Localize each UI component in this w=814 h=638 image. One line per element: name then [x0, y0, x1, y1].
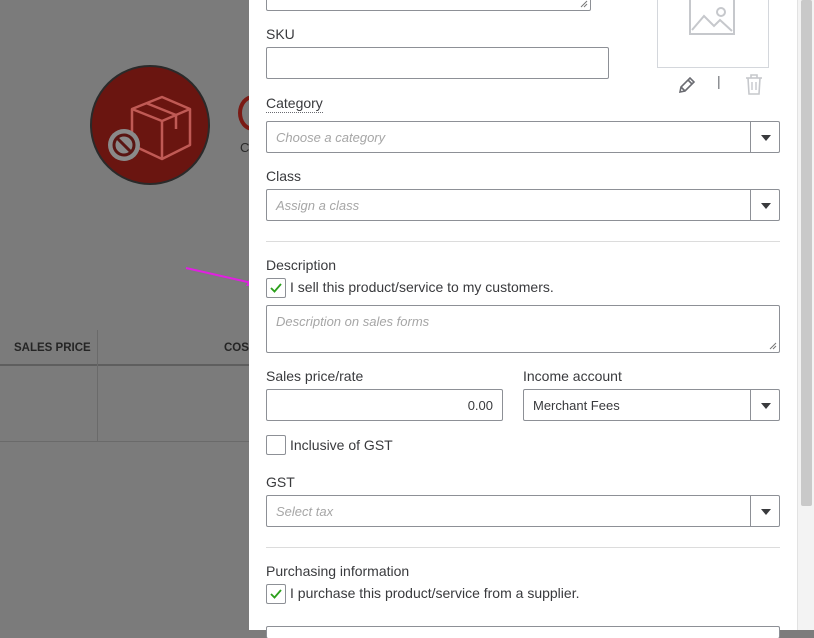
sku-label: SKU: [266, 26, 295, 42]
panel-scrollbar[interactable]: [797, 0, 814, 630]
section-divider: [266, 547, 780, 548]
column-header-sales-price: SALES PRICE: [14, 342, 91, 354]
sales-description-textarea[interactable]: Description on sales forms: [266, 305, 780, 353]
table-row-divider: [0, 441, 260, 442]
section-divider: [266, 241, 780, 242]
purchase-description-textarea[interactable]: [266, 626, 780, 638]
name-field-remnant[interactable]: [266, 0, 591, 11]
scrollbar-thumb[interactable]: [801, 0, 812, 506]
description-label: Description: [266, 257, 337, 273]
sales-description-placeholder: Description on sales forms: [276, 314, 430, 329]
background-table-header: SALES PRICE COS: [0, 330, 260, 366]
sell-checkbox[interactable]: [266, 278, 286, 298]
box-blocked-icon: [90, 65, 210, 185]
purchasing-information-label: Purchasing information: [266, 563, 410, 579]
gst-dropdown-button[interactable]: [750, 496, 779, 526]
gst-select[interactable]: Select tax: [266, 495, 780, 527]
category-dropdown-button[interactable]: [750, 122, 779, 152]
image-action-separator: |: [717, 73, 721, 89]
sales-price-label: Sales price/rate: [266, 368, 364, 384]
sell-checkbox-label[interactable]: I sell this product/service to my custom…: [290, 279, 554, 295]
resize-grip-icon: [580, 0, 588, 8]
caret-down-icon: [761, 509, 771, 515]
image-placeholder-icon: [689, 0, 735, 35]
category-label: Category: [266, 95, 323, 113]
caret-down-icon: [761, 203, 771, 209]
category-placeholder: Choose a category: [276, 130, 386, 145]
pencil-icon[interactable]: [677, 75, 697, 95]
sales-price-input[interactable]: 0.00: [266, 389, 503, 421]
class-placeholder: Assign a class: [276, 198, 360, 213]
sku-input[interactable]: [266, 47, 609, 79]
category-select[interactable]: Choose a category: [266, 121, 780, 153]
gst-label: GST: [266, 474, 295, 490]
caret-down-icon: [761, 135, 771, 141]
table-column-divider: [97, 330, 98, 442]
class-dropdown-button[interactable]: [750, 190, 779, 220]
trash-icon[interactable]: [744, 74, 764, 96]
checkmark-icon: [270, 589, 282, 599]
caret-down-icon: [761, 403, 771, 409]
income-account-dropdown-button[interactable]: [750, 390, 779, 420]
column-header-cost: COS: [224, 342, 249, 354]
sales-price-value: 0.00: [467, 398, 493, 413]
income-account-value: Merchant Fees: [533, 398, 620, 413]
checkmark-icon: [270, 283, 282, 293]
product-image-box[interactable]: [657, 0, 769, 68]
inclusive-gst-checkbox[interactable]: [266, 435, 286, 455]
income-account-select[interactable]: Merchant Fees: [523, 389, 780, 421]
income-account-label: Income account: [523, 368, 622, 384]
class-label: Class: [266, 168, 302, 184]
background-subtitle-fragment: C: [240, 140, 250, 155]
resize-grip-icon[interactable]: [769, 342, 777, 350]
purchase-checkbox[interactable]: [266, 584, 286, 604]
gst-placeholder: Select tax: [276, 504, 334, 519]
inclusive-gst-label[interactable]: Inclusive of GST: [290, 437, 393, 453]
class-select[interactable]: Assign a class: [266, 189, 780, 221]
purchase-checkbox-label[interactable]: I purchase this product/service from a s…: [290, 585, 579, 601]
